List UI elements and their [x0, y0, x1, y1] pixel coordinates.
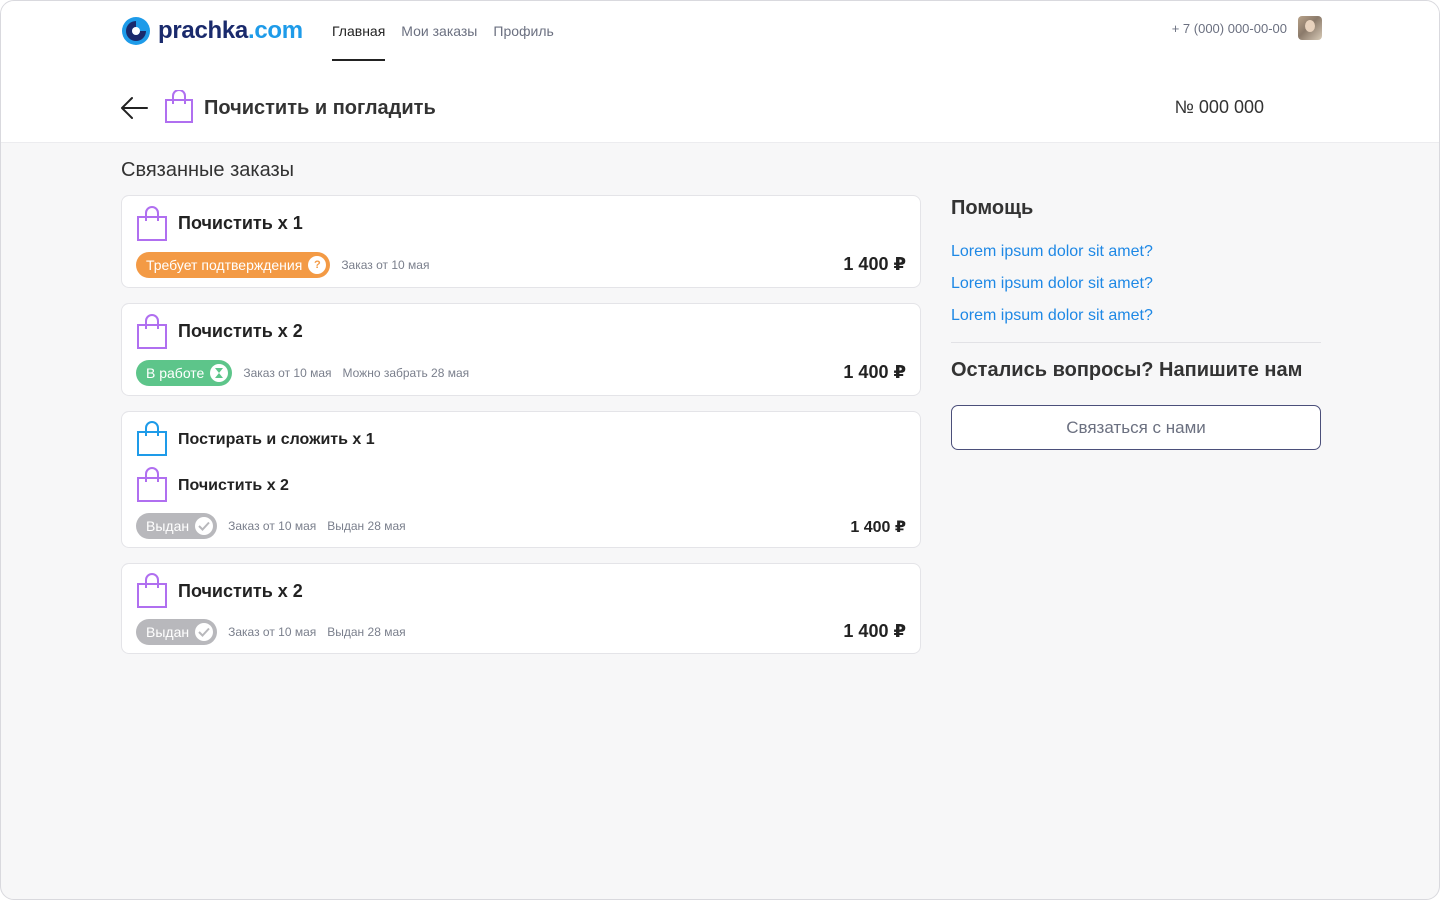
main-nav: Главная Мои заказы Профиль [332, 1, 570, 61]
check-icon [195, 623, 214, 641]
section-title: Связанные заказы [121, 159, 295, 181]
order-meta: В работе Заказ от 10 мая Можно забрать 2… [136, 360, 469, 386]
status-label: Выдан [146, 518, 190, 534]
order-date: Заказ от 10 мая [228, 519, 317, 533]
status-label: В работе [146, 365, 205, 381]
status-label: Требует подтверждения [146, 257, 303, 273]
nav-my-orders[interactable]: Мои заказы [401, 1, 477, 61]
pickup-date: Можно забрать 28 мая [342, 366, 470, 380]
order-item-title: Постирать и сложить x 1 [178, 431, 375, 448]
page-title: Почистить и погладить [204, 97, 436, 119]
order-meta: Требует подтверждения ? Заказ от 10 мая [136, 252, 429, 278]
logo-icon [122, 17, 150, 45]
order-card[interactable]: Постирать и сложить x 1 Почистить x 2 Вы… [121, 411, 921, 548]
status-label: Выдан [146, 624, 190, 640]
issued-date: Выдан 28 мая [327, 625, 406, 639]
help-link[interactable]: Lorem ipsum dolor sit amet? [951, 275, 1153, 293]
logo[interactable]: prachka.com [120, 15, 303, 47]
order-date: Заказ от 10 мая [228, 625, 317, 639]
check-icon [195, 517, 214, 535]
order-price: 1 400 ₽ [850, 519, 906, 536]
status-badge: Требует подтверждения ? [136, 252, 331, 278]
phone-number: + 7 (000) 000-00-00 [1171, 21, 1287, 36]
order-date: Заказ от 10 мая [341, 258, 430, 272]
contact-us-button[interactable]: Связаться с нами [951, 405, 1321, 450]
help-link[interactable]: Lorem ipsum dolor sit amet? [951, 307, 1153, 325]
top-navbar: prachka.com Главная Мои заказы Профиль +… [1, 1, 1439, 61]
hourglass-icon [210, 364, 229, 382]
shopping-bag-icon [137, 314, 167, 349]
shopping-bag-icon [137, 573, 167, 608]
order-card[interactable]: Почистить x 1 Требует подтверждения ? За… [121, 195, 921, 288]
help-title: Помощь [951, 197, 1034, 219]
nav-profile[interactable]: Профиль [493, 1, 553, 61]
order-item-title: Почистить x 1 [178, 213, 303, 233]
order-date: Заказ от 10 мая [243, 366, 332, 380]
logo-text: prachka.com [158, 17, 303, 44]
order-price: 1 400 ₽ [843, 621, 906, 641]
question-icon: ? [308, 256, 327, 274]
avatar[interactable] [1298, 16, 1322, 40]
shopping-bag-icon [137, 206, 167, 241]
app-window: prachka.com Главная Мои заказы Профиль +… [0, 0, 1440, 900]
status-badge: В работе [136, 360, 233, 386]
status-badge: Выдан [136, 619, 218, 645]
order-item-title: Почистить x 2 [178, 477, 289, 494]
back-arrow-icon[interactable] [119, 93, 149, 123]
shopping-bag-icon [165, 90, 193, 123]
questions-title: Остались вопросы? Напишите нам [951, 359, 1303, 381]
order-price: 1 400 ₽ [843, 362, 906, 382]
shopping-bag-icon [137, 421, 167, 456]
order-number: № 000 000 [1174, 97, 1264, 117]
order-card[interactable]: Почистить x 2 Выдан Заказ от 10 мая Выда… [121, 563, 921, 654]
issued-date: Выдан 28 мая [327, 519, 406, 533]
order-meta: Выдан Заказ от 10 мая Выдан 28 мая [136, 513, 406, 539]
order-item-title: Почистить x 2 [178, 581, 303, 601]
order-item-title: Почистить x 2 [178, 321, 303, 341]
help-link[interactable]: Lorem ipsum dolor sit amet? [951, 243, 1153, 261]
status-badge: Выдан [136, 513, 218, 539]
order-meta: Выдан Заказ от 10 мая Выдан 28 мая [136, 619, 406, 645]
order-card[interactable]: Почистить x 2 В работе Заказ от 10 мая М… [121, 303, 921, 396]
order-price: 1 400 ₽ [843, 254, 906, 274]
nav-home[interactable]: Главная [332, 1, 386, 61]
shopping-bag-icon [137, 467, 167, 502]
divider [951, 342, 1321, 343]
